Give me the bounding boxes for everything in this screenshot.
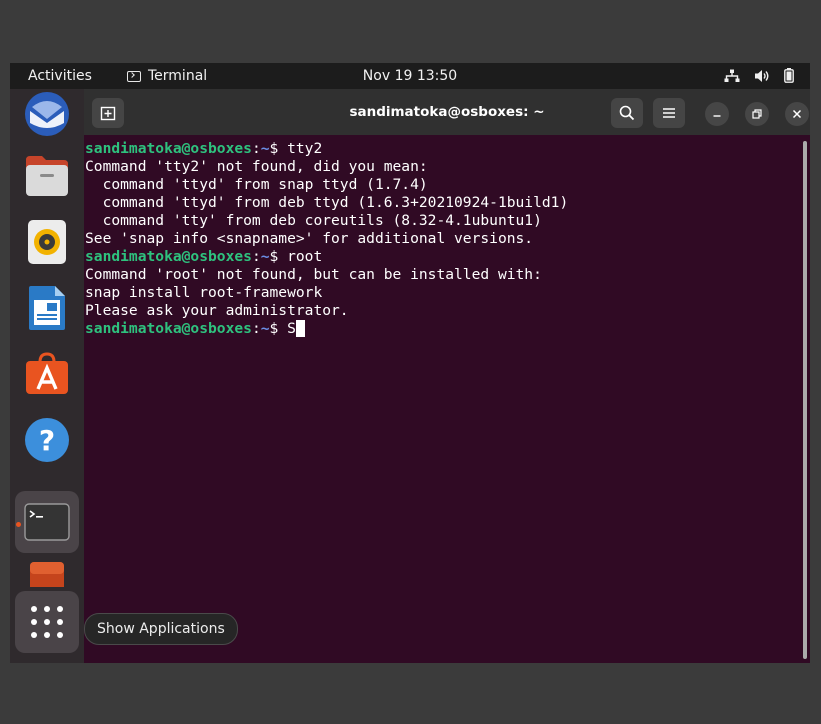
output-line: Please ask your administrator. [85,302,349,319]
output-line: See 'snap info <snapname>' for additiona… [85,230,534,247]
restore-icon [752,109,762,119]
battery-icon [784,68,794,83]
output-line: Command 'root' not found, but can be ins… [85,266,542,283]
help-icon: ? [25,418,69,462]
extra-app-icon [30,562,64,587]
rhythmbox-icon [28,220,66,264]
terminal-icon [127,70,141,82]
dock: ? [10,89,84,663]
scrollbar[interactable] [803,141,807,659]
top-bar: Activities Terminal Nov 19 13:50 [10,63,810,89]
output-line: command 'ttyd' from snap ttyd (1.7.4) [85,176,428,193]
terminal-window: sandimatoka@osboxes: ~ sandimatoka@osbox… [84,89,810,663]
minimize-button[interactable] [705,102,729,126]
system-tray[interactable] [724,68,794,83]
dock-item-help[interactable]: ? [15,409,79,471]
files-icon [26,156,68,196]
thunderbird-icon [25,92,69,136]
dock-item-thunderbird[interactable] [15,83,79,145]
prompt-line: sandimatoka@osboxes:~$ root [85,248,323,265]
window-title: sandimatoka@osboxes: ~ [349,104,545,120]
dock-item-rhythmbox[interactable] [15,211,79,273]
header-bar[interactable]: sandimatoka@osboxes: ~ [84,89,810,135]
prompt-line: sandimatoka@osboxes:~$ S [85,320,797,338]
dock-item-extra-app[interactable] [15,557,79,587]
output-line: Command 'tty2' not found, did you mean: [85,158,428,175]
typed-command: S [287,320,296,337]
show-applications-tooltip: Show Applications [84,613,238,645]
hamburger-icon [663,108,675,118]
new-tab-button[interactable] [92,98,124,128]
dock-item-writer[interactable] [15,277,79,339]
network-icon [724,69,740,82]
software-icon [26,352,68,394]
volume-icon [755,69,769,82]
output-line: command 'ttyd' from deb ttyd (1.6.3+2021… [85,194,569,211]
svg-text:?: ? [39,424,55,457]
clock[interactable]: Nov 19 13:50 [363,68,457,84]
running-indicator [16,522,21,527]
output-line: snap install root-framework [85,284,323,301]
prompt-path: ~ [260,140,270,157]
text-cursor [295,320,305,337]
typed-command: tty2 [287,140,323,157]
typed-command: root [287,248,323,265]
dock-item-show-applications[interactable] [15,591,79,653]
prompt-user: sandimatoka@osboxes [85,140,252,157]
search-button[interactable] [611,98,643,128]
dock-item-software[interactable] [15,343,79,405]
prompt-path: ~ [260,320,270,337]
search-icon [619,105,635,121]
app-menu[interactable]: Terminal [127,68,207,84]
close-button[interactable] [785,102,809,126]
desktop-screen: Activities Terminal Nov 19 13:50 ? sandi… [10,63,810,663]
prompt-path: ~ [260,248,270,265]
dock-item-files[interactable] [15,145,79,207]
minimize-icon [713,115,721,117]
dock-item-terminal[interactable] [15,491,79,553]
prompt-user: sandimatoka@osboxes [85,248,252,265]
terminal-icon [24,503,70,541]
prompt-user: sandimatoka@osboxes [85,320,252,337]
close-icon [792,109,802,119]
prompt-line: sandimatoka@osboxes:~$ tty2 [85,140,323,157]
app-grid-icon [31,606,63,638]
restore-button[interactable] [745,102,769,126]
terminal-output[interactable]: sandimatoka@osboxes:~$ tty2 Command 'tty2… [85,140,797,660]
menu-button[interactable] [653,98,685,128]
output-line: command 'tty' from deb coreutils (8.32-4… [85,212,542,229]
app-menu-label: Terminal [148,68,208,84]
new-tab-icon [100,106,116,121]
writer-icon [29,286,65,330]
activities-button[interactable]: Activities [28,68,92,84]
